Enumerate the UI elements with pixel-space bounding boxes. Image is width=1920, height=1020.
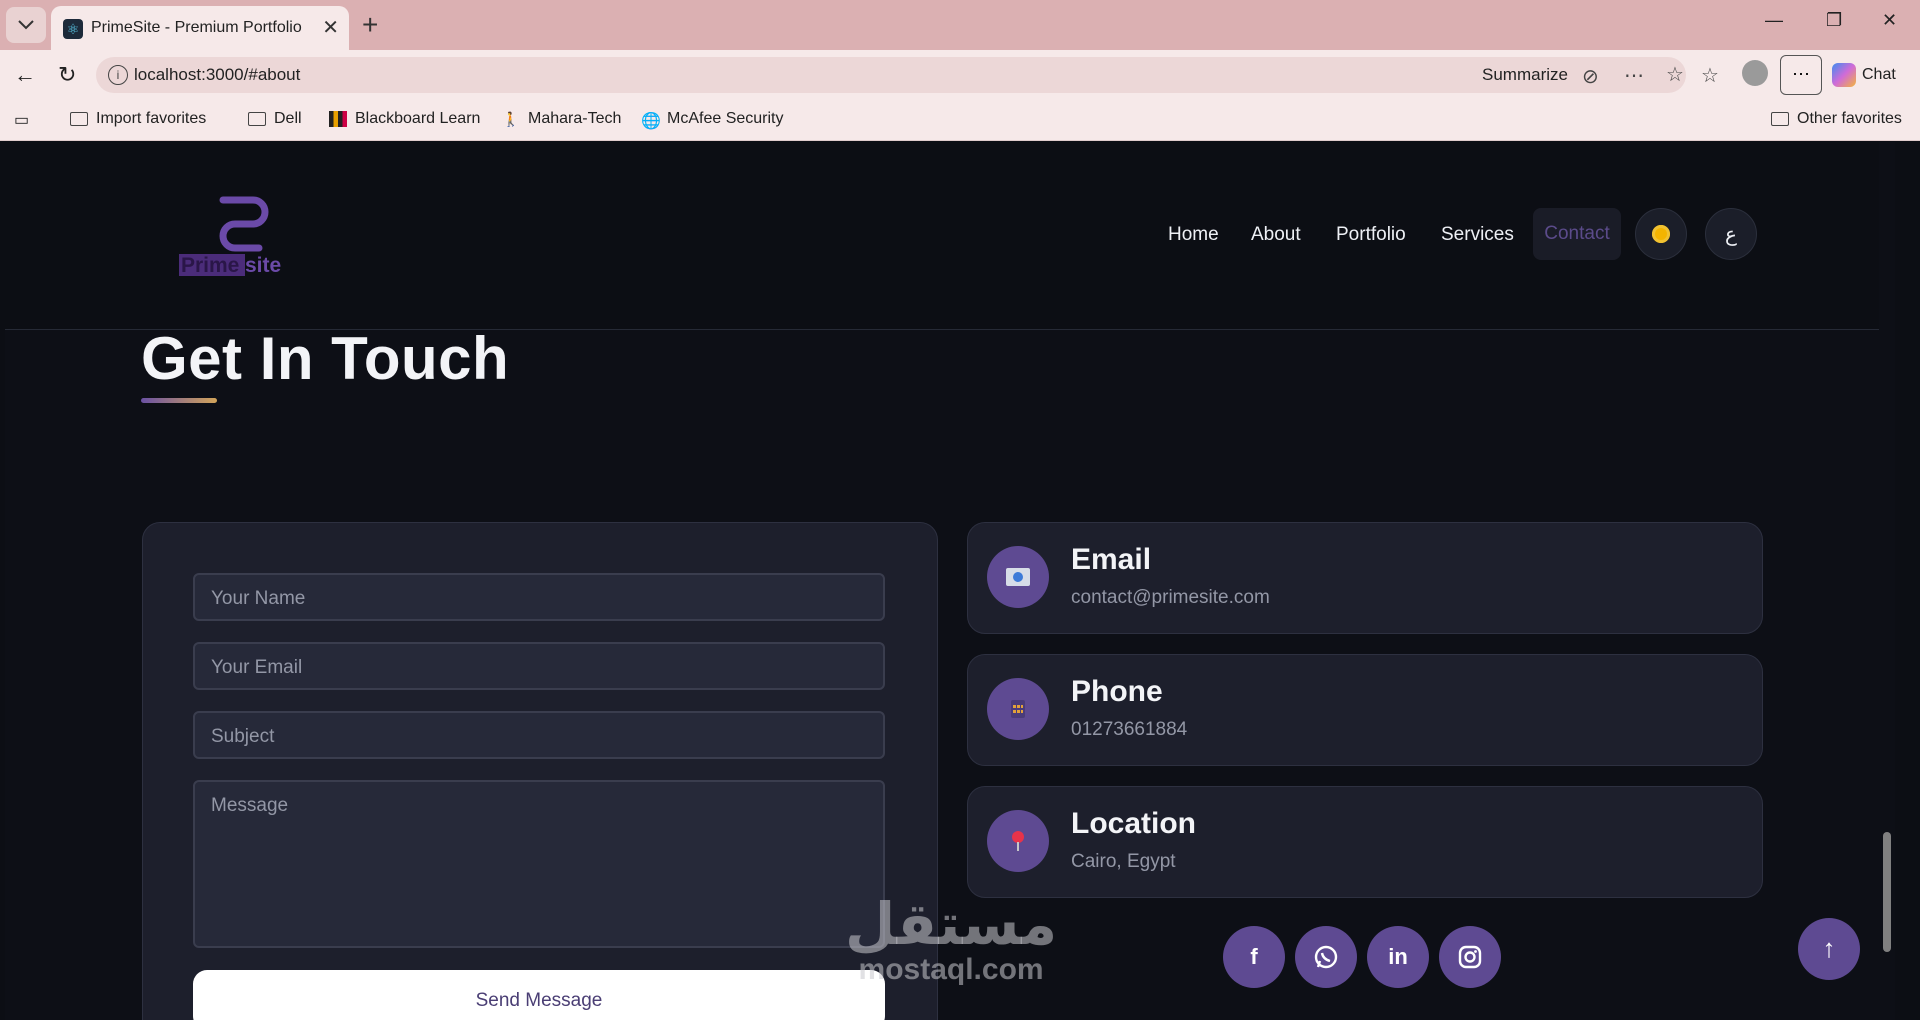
phone-icon (987, 678, 1049, 740)
mahara-icon: 🚶 (502, 111, 520, 127)
close-window-icon[interactable]: ✕ (1882, 10, 1897, 31)
react-icon: ⚛ (63, 19, 83, 39)
other-favorites[interactable]: Other favorites (1771, 110, 1902, 128)
minimize-icon[interactable]: — (1765, 10, 1783, 31)
chevron-down-icon (18, 20, 34, 30)
envelope-icon (987, 546, 1049, 608)
bookmark-dell[interactable]: Dell (248, 110, 302, 128)
nav-home[interactable]: Home (1168, 224, 1219, 246)
theme-toggle-button[interactable] (1635, 208, 1687, 260)
summarize-button[interactable]: Summarize (1482, 65, 1568, 85)
globe-icon: 🌐 (641, 113, 661, 130)
profile-avatar[interactable] (1742, 60, 1768, 86)
back-icon[interactable]: ← (14, 62, 36, 88)
copilot-icon (1832, 63, 1856, 87)
section-title: Get In Touch (141, 325, 510, 392)
phone-number[interactable]: 01273661884 (1071, 719, 1187, 741)
folder-icon (1771, 112, 1789, 126)
email-card: Email contact@primesite.com (967, 522, 1763, 634)
url-text[interactable]: localhost:3000/#about (134, 65, 300, 85)
bookmarks-bar: ▭ Import favorites Dell Blackboard Learn… (0, 100, 1920, 141)
info-title: Email (1071, 543, 1152, 576)
contact-form: Your Name Your Email Subject Message Sen… (142, 522, 938, 1020)
bookmark-mcafee[interactable]: 🌐 McAfee Security (641, 110, 783, 130)
nav-portfolio[interactable]: Portfolio (1336, 224, 1406, 246)
tab-title: PrimeSite - Premium Portfolio (91, 19, 302, 36)
title-underline (141, 398, 217, 403)
name-input[interactable]: Your Name (193, 573, 885, 621)
address-bar[interactable]: i localhost:3000/#about Summarize ⊘ ⋯ ☆ (96, 57, 1686, 93)
bookmark-mahara-tech[interactable]: 🚶 Mahara-Tech (502, 110, 621, 128)
svg-text:Prime: Prime (181, 254, 239, 277)
facebook-icon[interactable]: f (1223, 926, 1285, 988)
active-tab[interactable]: ⚛ PrimeSite - Premium Portfolio ✕ (51, 6, 349, 50)
restore-icon[interactable]: ❐ (1826, 10, 1842, 31)
scroll-to-top-button[interactable]: ↑ (1798, 918, 1860, 980)
blackboard-icon (329, 111, 347, 127)
location-text: Cairo, Egypt (1071, 851, 1176, 872)
more-options-button[interactable]: ⋯ (1780, 55, 1822, 95)
info-icon[interactable]: i (108, 65, 128, 85)
browser-tab-bar: ⚛ PrimeSite - Premium Portfolio ✕ + — ❐ … (0, 0, 1920, 50)
scrollbar-thumb[interactable] (1883, 832, 1891, 952)
linkedin-icon[interactable]: in (1367, 926, 1429, 988)
instagram-icon[interactable] (1439, 926, 1501, 988)
send-message-button[interactable]: Send Message (193, 970, 885, 1020)
info-title: Location (1071, 807, 1196, 840)
web-page: Prime site Home About Portfolio Services… (5, 142, 1895, 1020)
folder-icon (248, 112, 266, 126)
location-card: Location Cairo, Egypt (967, 786, 1763, 898)
read-aloud-icon[interactable]: ⋯ (1624, 63, 1644, 88)
email-input[interactable]: Your Email (193, 642, 885, 690)
site-header: Prime site Home About Portfolio Services… (5, 142, 1895, 330)
bookmark-blackboard[interactable]: Blackboard Learn (329, 110, 480, 128)
copilot-summarize-icon[interactable]: ⊘ (1582, 64, 1599, 89)
import-icon (70, 112, 88, 126)
language-label: ع (1725, 223, 1737, 246)
phone-card: Phone 01273661884 (967, 654, 1763, 766)
site-logo[interactable]: Prime site (175, 192, 305, 282)
pin-icon (987, 810, 1049, 872)
message-textarea[interactable]: Message (193, 780, 885, 948)
subject-input[interactable]: Subject (193, 711, 885, 759)
whatsapp-icon[interactable] (1295, 926, 1357, 988)
collections-icon[interactable]: ▭ (14, 110, 29, 130)
email-address[interactable]: contact@primesite.com (1071, 587, 1270, 609)
sun-icon (1652, 225, 1670, 243)
nav-services[interactable]: Services (1441, 224, 1514, 246)
close-tab-icon[interactable]: ✕ (322, 15, 339, 40)
nav-about[interactable]: About (1251, 224, 1301, 246)
info-title: Phone (1071, 675, 1163, 708)
browser-toolbar: ← ↻ i localhost:3000/#about Summarize ⊘ … (0, 50, 1920, 100)
refresh-icon[interactable]: ↻ (58, 62, 76, 88)
nav-contact[interactable]: Contact (1533, 208, 1621, 260)
svg-text:site: site (245, 254, 281, 277)
bookmark-import-favorites[interactable]: Import favorites (70, 110, 206, 128)
copilot-chat-button[interactable]: Chat (1832, 60, 1896, 90)
favorite-star-icon[interactable]: ☆ (1666, 62, 1684, 87)
language-toggle-button[interactable]: ع (1705, 208, 1757, 260)
page-scrollbar[interactable] (1879, 142, 1895, 1020)
tab-list-button[interactable] (6, 7, 46, 43)
favorites-icon[interactable]: ☆ (1701, 63, 1719, 88)
new-tab-button[interactable]: + (362, 8, 378, 42)
logo-mark-icon: Prime site (179, 196, 281, 277)
chat-label: Chat (1862, 66, 1896, 83)
